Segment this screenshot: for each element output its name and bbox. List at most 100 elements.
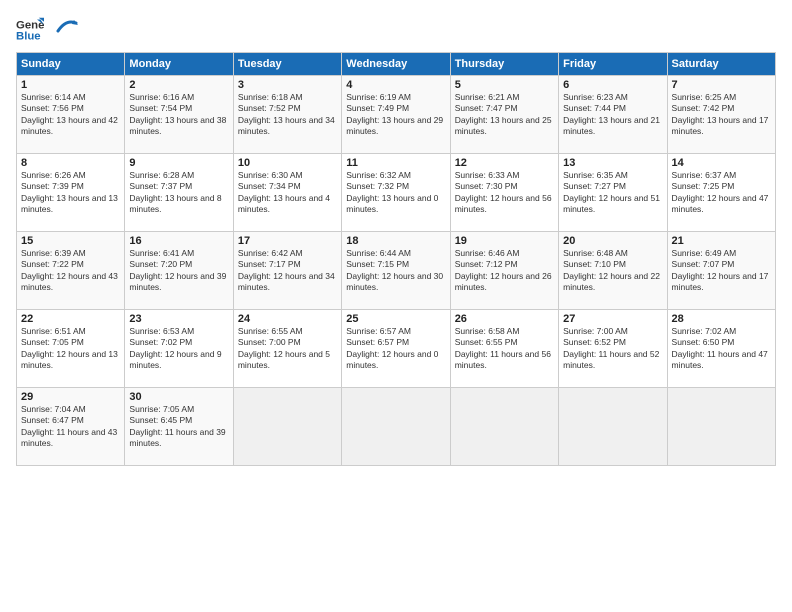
day-header-saturday: Saturday <box>667 53 775 76</box>
day-number: 27 <box>563 313 662 325</box>
calendar-week-row: 1Sunrise: 6:14 AMSunset: 7:56 PMDaylight… <box>17 76 776 154</box>
day-info: Sunrise: 6:39 AMSunset: 7:22 PMDaylight:… <box>21 248 120 294</box>
day-info: Sunrise: 7:04 AMSunset: 6:47 PMDaylight:… <box>21 404 120 450</box>
day-number: 26 <box>455 313 554 325</box>
calendar-day-cell: 17Sunrise: 6:42 AMSunset: 7:17 PMDayligh… <box>233 232 341 310</box>
day-info: Sunrise: 6:55 AMSunset: 7:00 PMDaylight:… <box>238 326 337 372</box>
calendar-day-cell <box>342 388 450 466</box>
logo: General Blue <box>16 16 78 44</box>
day-number: 13 <box>563 157 662 169</box>
day-info: Sunrise: 6:51 AMSunset: 7:05 PMDaylight:… <box>21 326 120 372</box>
calendar-day-cell: 28Sunrise: 7:02 AMSunset: 6:50 PMDayligh… <box>667 310 775 388</box>
calendar-day-cell: 25Sunrise: 6:57 AMSunset: 6:57 PMDayligh… <box>342 310 450 388</box>
calendar-day-cell: 19Sunrise: 6:46 AMSunset: 7:12 PMDayligh… <box>450 232 558 310</box>
calendar-day-cell: 26Sunrise: 6:58 AMSunset: 6:55 PMDayligh… <box>450 310 558 388</box>
day-number: 14 <box>672 157 771 169</box>
calendar-day-cell: 6Sunrise: 6:23 AMSunset: 7:44 PMDaylight… <box>559 76 667 154</box>
calendar-day-cell: 5Sunrise: 6:21 AMSunset: 7:47 PMDaylight… <box>450 76 558 154</box>
calendar-day-cell: 10Sunrise: 6:30 AMSunset: 7:34 PMDayligh… <box>233 154 341 232</box>
day-number: 16 <box>129 235 228 247</box>
day-info: Sunrise: 6:18 AMSunset: 7:52 PMDaylight:… <box>238 92 337 138</box>
day-info: Sunrise: 7:02 AMSunset: 6:50 PMDaylight:… <box>672 326 771 372</box>
calendar-day-cell: 2Sunrise: 6:16 AMSunset: 7:54 PMDaylight… <box>125 76 233 154</box>
calendar-day-cell <box>559 388 667 466</box>
day-number: 25 <box>346 313 445 325</box>
day-header-wednesday: Wednesday <box>342 53 450 76</box>
day-number: 30 <box>129 391 228 403</box>
calendar-day-cell: 27Sunrise: 7:00 AMSunset: 6:52 PMDayligh… <box>559 310 667 388</box>
calendar-day-cell: 21Sunrise: 6:49 AMSunset: 7:07 PMDayligh… <box>667 232 775 310</box>
day-info: Sunrise: 6:25 AMSunset: 7:42 PMDaylight:… <box>672 92 771 138</box>
day-info: Sunrise: 6:49 AMSunset: 7:07 PMDaylight:… <box>672 248 771 294</box>
day-number: 10 <box>238 157 337 169</box>
calendar-day-cell: 3Sunrise: 6:18 AMSunset: 7:52 PMDaylight… <box>233 76 341 154</box>
day-info: Sunrise: 6:57 AMSunset: 6:57 PMDaylight:… <box>346 326 445 372</box>
calendar-day-cell: 30Sunrise: 7:05 AMSunset: 6:45 PMDayligh… <box>125 388 233 466</box>
day-number: 24 <box>238 313 337 325</box>
day-info: Sunrise: 6:30 AMSunset: 7:34 PMDaylight:… <box>238 170 337 216</box>
day-number: 8 <box>21 157 120 169</box>
calendar-day-cell: 16Sunrise: 6:41 AMSunset: 7:20 PMDayligh… <box>125 232 233 310</box>
calendar-day-cell: 29Sunrise: 7:04 AMSunset: 6:47 PMDayligh… <box>17 388 125 466</box>
calendar-day-cell <box>450 388 558 466</box>
calendar-table: SundayMondayTuesdayWednesdayThursdayFrid… <box>16 52 776 466</box>
day-info: Sunrise: 6:48 AMSunset: 7:10 PMDaylight:… <box>563 248 662 294</box>
day-info: Sunrise: 6:35 AMSunset: 7:27 PMDaylight:… <box>563 170 662 216</box>
day-info: Sunrise: 6:21 AMSunset: 7:47 PMDaylight:… <box>455 92 554 138</box>
calendar-day-cell: 14Sunrise: 6:37 AMSunset: 7:25 PMDayligh… <box>667 154 775 232</box>
day-info: Sunrise: 6:28 AMSunset: 7:37 PMDaylight:… <box>129 170 228 216</box>
calendar-week-row: 15Sunrise: 6:39 AMSunset: 7:22 PMDayligh… <box>17 232 776 310</box>
day-info: Sunrise: 6:16 AMSunset: 7:54 PMDaylight:… <box>129 92 228 138</box>
calendar-body: 1Sunrise: 6:14 AMSunset: 7:56 PMDaylight… <box>17 76 776 466</box>
calendar-day-cell: 23Sunrise: 6:53 AMSunset: 7:02 PMDayligh… <box>125 310 233 388</box>
day-info: Sunrise: 6:53 AMSunset: 7:02 PMDaylight:… <box>129 326 228 372</box>
day-number: 29 <box>21 391 120 403</box>
day-info: Sunrise: 6:32 AMSunset: 7:32 PMDaylight:… <box>346 170 445 216</box>
day-info: Sunrise: 6:46 AMSunset: 7:12 PMDaylight:… <box>455 248 554 294</box>
calendar-day-cell <box>233 388 341 466</box>
logo-swoosh-icon <box>56 17 78 35</box>
calendar-header-row: SundayMondayTuesdayWednesdayThursdayFrid… <box>17 53 776 76</box>
calendar-week-row: 8Sunrise: 6:26 AMSunset: 7:39 PMDaylight… <box>17 154 776 232</box>
logo-icon: General Blue <box>16 16 44 44</box>
day-number: 28 <box>672 313 771 325</box>
calendar-day-cell: 11Sunrise: 6:32 AMSunset: 7:32 PMDayligh… <box>342 154 450 232</box>
day-info: Sunrise: 6:14 AMSunset: 7:56 PMDaylight:… <box>21 92 120 138</box>
day-info: Sunrise: 6:19 AMSunset: 7:49 PMDaylight:… <box>346 92 445 138</box>
day-number: 18 <box>346 235 445 247</box>
day-number: 19 <box>455 235 554 247</box>
day-header-thursday: Thursday <box>450 53 558 76</box>
day-info: Sunrise: 7:05 AMSunset: 6:45 PMDaylight:… <box>129 404 228 450</box>
day-info: Sunrise: 6:33 AMSunset: 7:30 PMDaylight:… <box>455 170 554 216</box>
day-info: Sunrise: 6:37 AMSunset: 7:25 PMDaylight:… <box>672 170 771 216</box>
calendar-day-cell: 9Sunrise: 6:28 AMSunset: 7:37 PMDaylight… <box>125 154 233 232</box>
calendar-day-cell: 24Sunrise: 6:55 AMSunset: 7:00 PMDayligh… <box>233 310 341 388</box>
day-number: 20 <box>563 235 662 247</box>
day-number: 9 <box>129 157 228 169</box>
day-header-monday: Monday <box>125 53 233 76</box>
calendar-day-cell: 15Sunrise: 6:39 AMSunset: 7:22 PMDayligh… <box>17 232 125 310</box>
day-number: 2 <box>129 79 228 91</box>
day-number: 6 <box>563 79 662 91</box>
day-number: 21 <box>672 235 771 247</box>
day-number: 5 <box>455 79 554 91</box>
day-info: Sunrise: 7:00 AMSunset: 6:52 PMDaylight:… <box>563 326 662 372</box>
day-number: 7 <box>672 79 771 91</box>
day-number: 1 <box>21 79 120 91</box>
day-info: Sunrise: 6:23 AMSunset: 7:44 PMDaylight:… <box>563 92 662 138</box>
calendar-day-cell: 20Sunrise: 6:48 AMSunset: 7:10 PMDayligh… <box>559 232 667 310</box>
calendar-day-cell: 22Sunrise: 6:51 AMSunset: 7:05 PMDayligh… <box>17 310 125 388</box>
calendar-day-cell: 4Sunrise: 6:19 AMSunset: 7:49 PMDaylight… <box>342 76 450 154</box>
day-number: 15 <box>21 235 120 247</box>
day-number: 12 <box>455 157 554 169</box>
calendar-page: General Blue SundayMondayTuesdayWe <box>0 0 792 612</box>
header: General Blue <box>16 16 776 44</box>
calendar-week-row: 22Sunrise: 6:51 AMSunset: 7:05 PMDayligh… <box>17 310 776 388</box>
calendar-day-cell: 1Sunrise: 6:14 AMSunset: 7:56 PMDaylight… <box>17 76 125 154</box>
day-number: 22 <box>21 313 120 325</box>
calendar-day-cell: 7Sunrise: 6:25 AMSunset: 7:42 PMDaylight… <box>667 76 775 154</box>
day-number: 23 <box>129 313 228 325</box>
day-info: Sunrise: 6:42 AMSunset: 7:17 PMDaylight:… <box>238 248 337 294</box>
day-header-tuesday: Tuesday <box>233 53 341 76</box>
calendar-day-cell <box>667 388 775 466</box>
